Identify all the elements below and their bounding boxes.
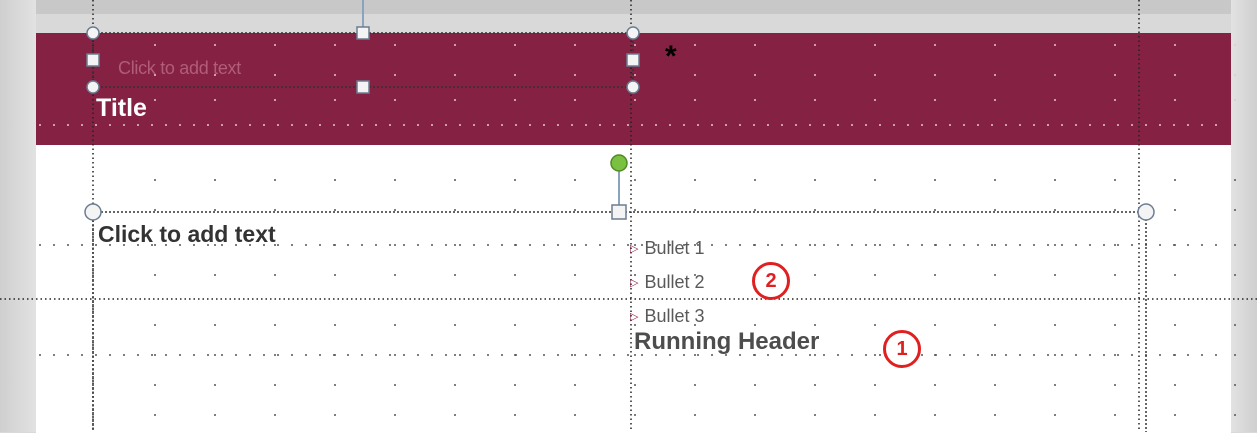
annotation-badge-2: 2 xyxy=(752,262,790,300)
triangle-bullet-icon: ▷ xyxy=(630,277,639,289)
triangle-bullet-icon: ▷ xyxy=(630,243,639,255)
bullet-label: Bullet 3 xyxy=(644,306,705,326)
annotation-badge-1: 1 xyxy=(883,330,921,368)
asterisk-marker: * xyxy=(665,40,677,73)
title-band xyxy=(36,33,1231,145)
header-placeholder-text[interactable]: Click to add text xyxy=(118,58,241,79)
workspace-frame-left xyxy=(0,0,36,432)
bullet-item-1[interactable]: ▷ Bullet 1 xyxy=(630,238,705,259)
body-placeholder-text[interactable]: Click to add text xyxy=(98,221,276,248)
bullet-item-3[interactable]: ▷ Bullet 3 xyxy=(630,306,705,327)
workspace-frame-right xyxy=(1231,0,1257,432)
annotation-number: 1 xyxy=(896,337,908,360)
triangle-bullet-icon: ▷ xyxy=(630,311,639,323)
bullet-item-2[interactable]: ▷ Bullet 2 xyxy=(630,272,705,293)
slide-title[interactable]: Title xyxy=(96,94,147,123)
bullet-label: Bullet 1 xyxy=(644,238,705,258)
annotation-number: 2 xyxy=(765,269,777,292)
workspace-frame-top xyxy=(0,0,1257,14)
running-header-text[interactable]: Running Header xyxy=(634,328,819,356)
bullet-label: Bullet 2 xyxy=(644,272,705,292)
